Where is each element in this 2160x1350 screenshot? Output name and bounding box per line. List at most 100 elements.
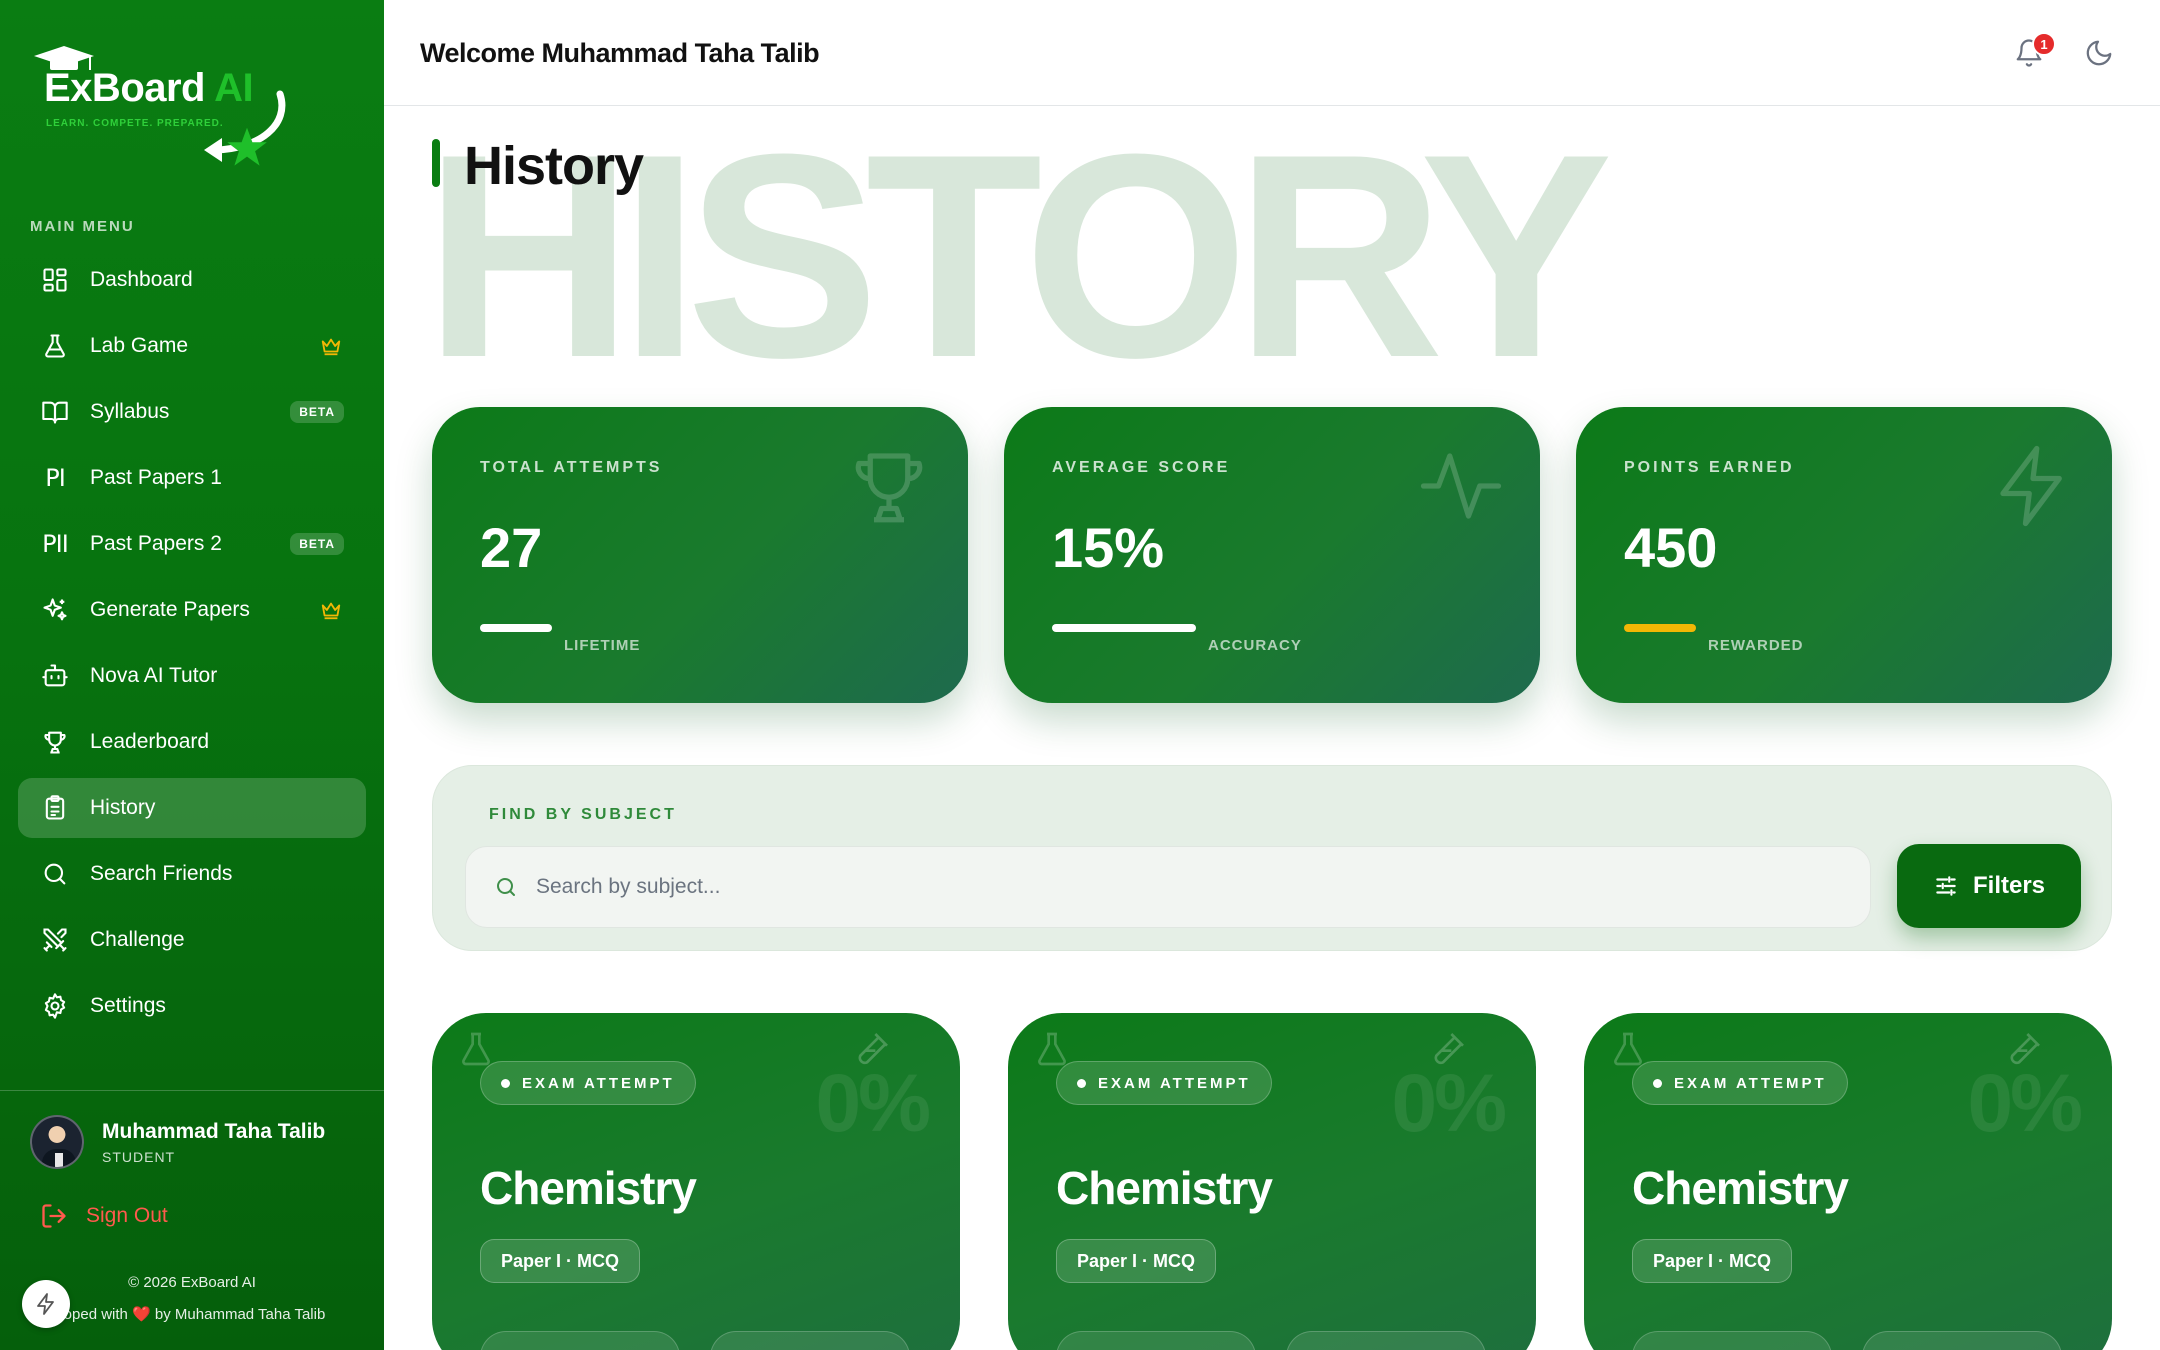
main-menu: Dashboard Lab Game Syllabus BETA PI Past…: [18, 250, 366, 1042]
filters-button[interactable]: Filters: [1897, 844, 2081, 928]
sidebar-item-label: Past Papers 1: [90, 466, 222, 489]
stat-foot: LIFETIME: [564, 637, 641, 654]
stat-foot: ACCURACY: [1208, 637, 1302, 654]
brand-tagline: LEARN. COMPETE. PREPARED.: [46, 118, 224, 129]
sidebar-item-syllabus[interactable]: Syllabus BETA: [18, 382, 366, 442]
star-swoosh-icon: [204, 90, 286, 166]
search-icon: [497, 878, 515, 896]
stat-card-average-score: AVERAGE SCORE 15% ACCURACY: [1004, 407, 1540, 703]
attempt-score: 0%: [815, 1058, 931, 1149]
sidebar-item-past-papers-2[interactable]: PII Past Papers 2 BETA: [18, 514, 366, 574]
pi-icon: PI: [45, 464, 66, 492]
stat-value: 15%: [1052, 516, 1165, 579]
sidebar-item-label: Search Friends: [90, 862, 233, 885]
attempt-card[interactable]: 0% EXAM ATTEMPT Chemistry Paper I · MCQ: [432, 1013, 960, 1350]
search-icon: [40, 859, 70, 889]
sidebar-item-past-papers-1[interactable]: PI Past Papers 1: [18, 448, 366, 508]
attempt-subject: Chemistry: [1056, 1162, 1273, 1214]
attempt-date-chip: [1056, 1331, 1256, 1350]
stat-value: 27: [480, 516, 543, 579]
logout-icon: [42, 1204, 66, 1228]
attempt-card[interactable]: 0% EXAM ATTEMPT Chemistry Paper I · MCQ: [1008, 1013, 1536, 1350]
sidebar-item-generate-papers[interactable]: Generate Papers: [18, 580, 366, 640]
stat-label: POINTS EARNED: [1624, 459, 1795, 476]
welcome-message: Welcome Muhammad Taha Talib: [420, 38, 820, 68]
sidebar-item-label: Challenge: [90, 928, 185, 951]
sidebar-item-label: History: [90, 796, 156, 819]
stat-value: 450: [1624, 516, 1718, 579]
sign-out-label: Sign Out: [86, 1204, 168, 1227]
bolt-icon: [37, 1293, 54, 1315]
sparkles-icon: [40, 595, 70, 625]
bolt-icon: [2000, 445, 2062, 527]
attempt-tag: EXAM ATTEMPT: [1632, 1061, 1848, 1105]
bot-icon: [40, 661, 70, 691]
sidebar-item-label: Past Papers 2: [90, 532, 222, 555]
attempt-paper: Paper I · MCQ: [1056, 1239, 1217, 1283]
stat-bar: [1052, 624, 1196, 632]
stat-card-points-earned: POINTS EARNED 450 REWARDED: [1576, 407, 2112, 703]
attempt-time-chip: [710, 1331, 910, 1350]
attempt-tag: EXAM ATTEMPT: [1056, 1061, 1272, 1105]
user-profile[interactable]: Muhammad Taha Talib STUDENT: [30, 1115, 325, 1169]
sidebar-item-dashboard[interactable]: Dashboard: [18, 250, 366, 310]
notification-badge: 1: [2032, 32, 2056, 56]
trophy-icon: [40, 727, 70, 757]
stat-label: AVERAGE SCORE: [1052, 459, 1231, 476]
stat-foot: REWARDED: [1708, 637, 1804, 654]
swords-icon: [40, 925, 70, 955]
dashboard-icon: [40, 265, 70, 295]
theme-toggle-button[interactable]: [2084, 38, 2114, 73]
attempt-score: 0%: [1391, 1058, 1507, 1149]
stat-label: TOTAL ATTEMPTS: [480, 459, 663, 476]
crown-icon: [321, 602, 341, 620]
beta-badge: BETA: [290, 401, 344, 423]
attempt-subject: Chemistry: [480, 1162, 697, 1214]
search-box[interactable]: [465, 846, 1871, 928]
top-header: Welcome Muhammad Taha Talib 1: [384, 0, 2160, 106]
profile-name: Muhammad Taha Talib: [102, 1119, 326, 1143]
sliders-icon: [1936, 876, 1956, 896]
attempt-tag: EXAM ATTEMPT: [480, 1061, 696, 1105]
sign-out-button[interactable]: Sign Out: [40, 1202, 168, 1230]
sidebar-divider: [0, 1090, 384, 1091]
attempt-card[interactable]: 0% EXAM ATTEMPT Chemistry Paper I · MCQ: [1584, 1013, 2112, 1350]
stat-bar: [480, 624, 552, 632]
sidebar-item-search-friends[interactable]: Search Friends: [18, 844, 366, 904]
developer-credit: eloped with ❤️ by Muhammad Taha Talib: [52, 1306, 326, 1323]
gear-icon: [40, 991, 70, 1021]
sidebar-item-label: Lab Game: [90, 334, 189, 357]
avatar: [30, 1115, 84, 1169]
attempt-score: 0%: [1967, 1058, 2083, 1149]
sidebar-item-nova-ai-tutor[interactable]: Nova AI Tutor: [18, 646, 366, 706]
sidebar-item-challenge[interactable]: Challenge: [18, 910, 366, 970]
notifications-button[interactable]: 1: [2014, 32, 2056, 73]
sidebar-item-label: Leaderboard: [90, 730, 210, 753]
flask-icon: [40, 331, 70, 361]
trophy-icon: [855, 453, 923, 523]
profile-role: STUDENT: [102, 1148, 176, 1165]
search-label: FIND BY SUBJECT: [489, 806, 677, 823]
sidebar-item-label: Nova AI Tutor: [90, 664, 218, 687]
search-input[interactable]: [536, 875, 1736, 899]
sidebar-item-history[interactable]: History: [18, 778, 366, 838]
book-icon: [40, 397, 70, 427]
sidebar-item-settings[interactable]: Settings: [18, 976, 366, 1036]
attempt-date-chip: [480, 1331, 680, 1350]
heart-icon: ❤️: [132, 1306, 151, 1323]
exboard-logo[interactable]: ExBoard AI LEARN. COMPETE. PREPARED.: [30, 44, 290, 184]
quick-action-button[interactable]: [22, 1280, 70, 1328]
sidebar-item-lab-game[interactable]: Lab Game: [18, 316, 366, 376]
stat-card-total-attempts: TOTAL ATTEMPTS 27 LIFETIME: [432, 407, 968, 703]
main-content: HISTORY History TOTAL ATTEMPTS 27 LIFETI…: [384, 107, 2160, 1350]
sidebar-item-leaderboard[interactable]: Leaderboard: [18, 712, 366, 772]
crown-icon: [321, 338, 341, 356]
sidebar-item-label: Generate Papers: [90, 598, 250, 621]
attempt-date-chip: [1632, 1331, 1832, 1350]
sidebar-item-label: Dashboard: [90, 268, 193, 291]
attempt-paper: Paper I · MCQ: [1632, 1239, 1793, 1283]
moon-icon: [2086, 40, 2112, 66]
activity-icon: [1420, 453, 1502, 519]
attempt-paper: Paper I · MCQ: [480, 1239, 641, 1283]
title-accent-bar: [432, 139, 440, 187]
